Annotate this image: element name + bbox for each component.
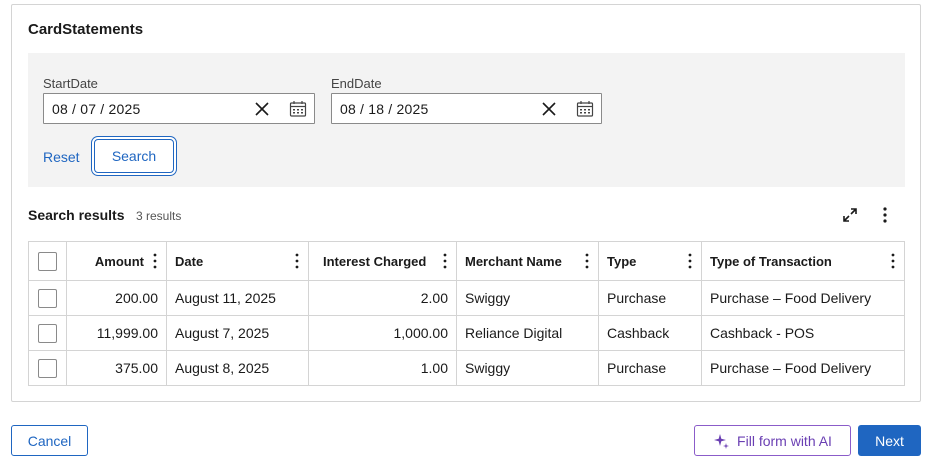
close-icon[interactable] [253,100,271,118]
transaction-cell: Purchase – Food Delivery [701,280,905,316]
interest-cell: 2.00 [308,280,457,316]
column-header-merchant-name[interactable]: Merchant Name [456,241,599,281]
column-header-label: Amount [94,253,144,269]
column-header-label: Type [607,253,637,269]
transaction-cell: Cashback - POS [701,315,905,351]
row-checkbox[interactable] [38,323,57,343]
column-header-label: Type of Transaction [710,253,832,269]
type-cell: Purchase [598,350,702,386]
fill-form-with-ai-label: Fill form with AI [737,432,832,449]
column-menu-icon[interactable] [890,253,896,269]
calendar-icon[interactable] [576,100,594,118]
interest-cell: 1,000.00 [308,315,457,351]
column-menu-icon[interactable] [152,253,158,269]
fill-form-with-ai-button[interactable]: Fill form with AI [694,425,851,456]
column-header-label: Merchant Name [465,253,562,269]
interest-cell: 1.00 [308,350,457,386]
reset-button[interactable]: Reset [43,149,80,165]
column-menu-icon[interactable] [442,253,448,269]
end-date-label: EndDate [331,76,382,91]
next-button[interactable]: Next [858,425,921,456]
row-select-cell [28,315,67,351]
calendar-icon[interactable] [289,100,307,118]
expand-icon[interactable] [841,206,859,224]
merchant-cell: Swiggy [456,350,599,386]
sparkle-icon [714,433,730,449]
table-header-row: Amount Date Interest Charged Merchant Na… [28,241,905,281]
table-row[interactable]: 375.00 August 8, 2025 1.00 Swiggy Purcha… [28,350,905,386]
select-all-checkbox[interactable] [38,251,57,271]
merchant-cell: Reliance Digital [456,315,599,351]
type-cell: Cashback [598,315,702,351]
column-menu-icon[interactable] [687,253,693,269]
amount-cell: 11,999.00 [66,315,167,351]
column-header-label: Date [175,253,204,269]
column-header-label: Interest Charged [323,253,427,269]
column-menu-icon[interactable] [584,253,590,269]
column-menu-icon[interactable] [294,253,300,269]
card-statements-panel: CardStatements StartDate 08 / 07 / 2025 … [11,4,921,402]
column-header-type-of-transaction[interactable]: Type of Transaction [701,241,905,281]
page-title: CardStatements [28,21,144,38]
amount-cell: 200.00 [66,280,167,316]
start-date-input[interactable]: 08 / 07 / 2025 [43,93,315,124]
cancel-button[interactable]: Cancel [11,425,88,456]
date-cell: August 8, 2025 [166,350,309,386]
row-checkbox[interactable] [38,288,57,308]
row-checkbox[interactable] [38,358,57,378]
column-header-amount[interactable]: Amount [66,241,167,281]
filter-panel: StartDate 08 / 07 / 2025 EndDate 08 / 18… [28,53,905,187]
table-row[interactable]: 200.00 August 11, 2025 2.00 Swiggy Purch… [28,280,905,316]
date-cell: August 7, 2025 [166,315,309,351]
row-select-cell [28,280,67,316]
results-table: Amount Date Interest Charged Merchant Na… [28,241,905,386]
table-row[interactable]: 11,999.00 August 7, 2025 1,000.00 Relian… [28,315,905,351]
select-all-cell [28,241,67,281]
search-button[interactable]: Search [94,139,174,173]
results-title: Search results [28,207,125,223]
merchant-cell: Swiggy [456,280,599,316]
more-vertical-icon[interactable] [878,206,892,224]
column-header-type[interactable]: Type [598,241,702,281]
start-date-value[interactable]: 08 / 07 / 2025 [52,101,140,117]
close-icon[interactable] [540,100,558,118]
type-cell: Purchase [598,280,702,316]
results-count: 3 results [136,209,182,223]
row-select-cell [28,350,67,386]
end-date-value[interactable]: 08 / 18 / 2025 [340,101,428,117]
start-date-label: StartDate [43,76,98,91]
column-header-interest-charged[interactable]: Interest Charged [308,241,457,281]
end-date-input[interactable]: 08 / 18 / 2025 [331,93,602,124]
date-cell: August 11, 2025 [166,280,309,316]
transaction-cell: Purchase – Food Delivery [701,350,905,386]
amount-cell: 375.00 [66,350,167,386]
column-header-date[interactable]: Date [166,241,309,281]
